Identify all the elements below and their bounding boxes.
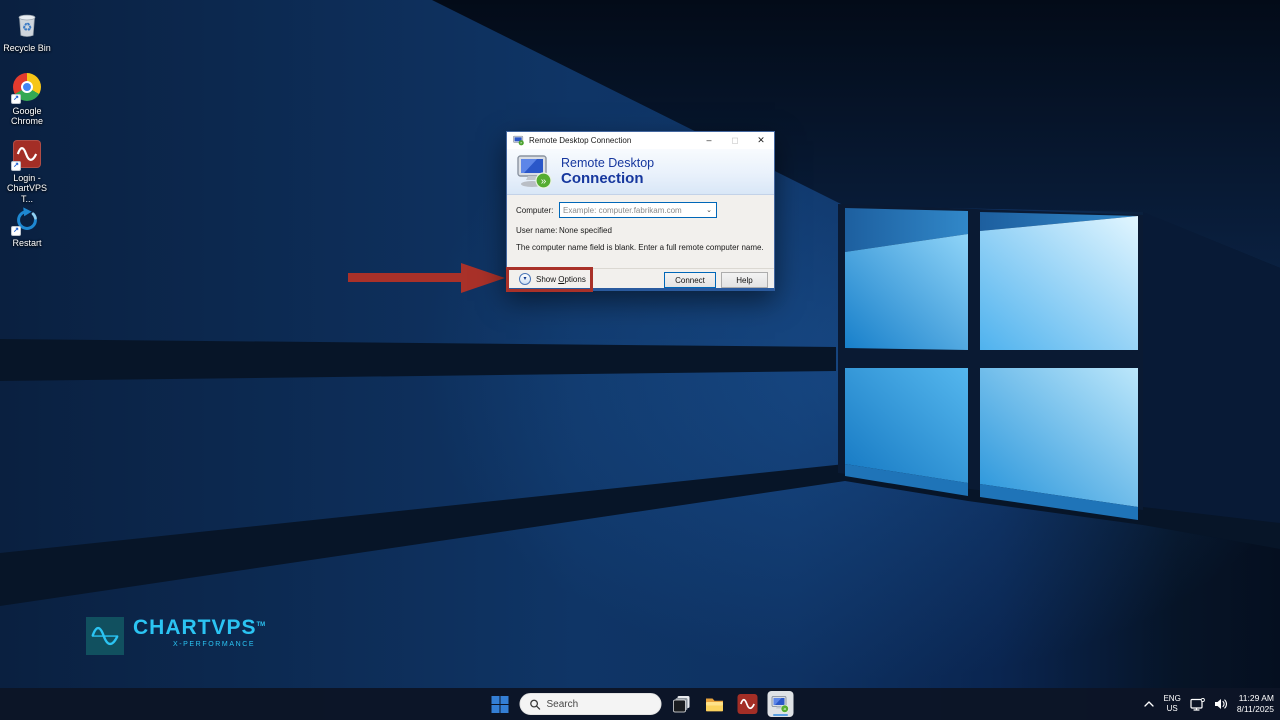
chartvps-logo-icon <box>86 617 124 655</box>
recycle-bin-icon: ♻ <box>12 10 42 40</box>
active-app-indicator <box>773 714 788 717</box>
watermark-brand: CHARTVPSTM <box>133 617 265 638</box>
watermark-tm: TM <box>257 622 266 628</box>
dialog-title: Remote Desktop Connection <box>529 136 631 145</box>
red-arrow-tail <box>348 273 462 282</box>
tray-date: 8/11/2025 <box>1237 704 1274 715</box>
volume-icon[interactable] <box>1214 698 1228 710</box>
shortcut-arrow-icon: ↗ <box>11 94 21 104</box>
network-icon[interactable] <box>1190 698 1205 711</box>
remote-desktop-app-icon: » <box>771 695 791 714</box>
username-value: None specified <box>559 226 612 235</box>
warning-text: The computer name field is blank. Enter … <box>516 243 768 253</box>
chartvps-login-icon: ↗ <box>12 140 42 170</box>
desktop-icon-login-chartvps[interactable]: ↗ Login - ChartVPS T... <box>0 139 54 204</box>
task-view-button[interactable] <box>669 691 695 717</box>
desktop-icon-restart[interactable]: ↗ Restart <box>0 205 54 248</box>
desktop-icon-google-chrome[interactable]: ↗ Google Chrome <box>0 72 54 127</box>
taskbar: Search <box>0 688 1280 720</box>
dialog-banner: » Remote Desktop Connection <box>507 149 774 195</box>
connect-button[interactable]: Connect <box>664 272 716 288</box>
svg-text:»: » <box>541 176 547 187</box>
red-arrow-icon <box>461 263 505 293</box>
maximize-button: ◻ <box>722 132 748 149</box>
chevron-down-icon[interactable]: ⌄ <box>706 206 716 214</box>
dialog-titlebar[interactable]: » Remote Desktop Connection – ◻ ✕ <box>507 132 774 149</box>
username-label: User name: <box>516 226 557 235</box>
close-button[interactable]: ✕ <box>748 132 774 149</box>
chartvps-app-button[interactable] <box>735 691 761 717</box>
svg-text:»: » <box>783 706 786 712</box>
task-view-icon <box>673 695 691 713</box>
computer-placeholder: Example: computer.fabrikam.com <box>563 206 682 215</box>
search-icon <box>530 699 541 710</box>
language-indicator[interactable]: ENG US <box>1163 694 1180 713</box>
desktop-icon-recycle-bin[interactable]: ♻ Recycle Bin <box>0 10 54 53</box>
desktop-icon-label: Login - ChartVPS T... <box>0 173 54 204</box>
red-highlight-box <box>506 267 593 292</box>
folder-icon <box>705 694 725 714</box>
remote-desktop-connection-dialog: » Remote Desktop Connection – ◻ ✕ » Remo… <box>506 131 775 291</box>
remote-desktop-app-button[interactable]: » <box>768 691 794 717</box>
banner-line2: Connection <box>561 170 644 187</box>
minimize-button[interactable]: – <box>696 132 722 149</box>
chartvps-watermark: CHARTVPSTM X-PERFORMANCE <box>86 617 265 655</box>
restart-icon: ↗ <box>12 205 42 235</box>
desktop-icon-label: Recycle Bin <box>0 43 54 53</box>
computer-label: Computer: <box>516 206 553 215</box>
desktop-icon-label: Google Chrome <box>0 106 54 127</box>
desktop-icon-label: Restart <box>0 238 54 248</box>
windows-logo-icon <box>491 696 508 713</box>
svg-text:»: » <box>520 141 522 145</box>
desktop: ♻ Recycle Bin ↗ Google Chrome ↗ Login - … <box>0 0 1280 720</box>
shortcut-arrow-icon: ↗ <box>11 226 21 236</box>
file-explorer-button[interactable] <box>702 691 728 717</box>
start-button[interactable] <box>487 691 513 717</box>
chrome-icon: ↗ <box>12 73 42 103</box>
shortcut-arrow-icon: ↗ <box>11 161 21 171</box>
clock[interactable]: 11:29 AM 8/11/2025 <box>1237 693 1274 714</box>
computer-combobox[interactable]: Example: computer.fabrikam.com ⌄ <box>559 202 717 218</box>
banner-line1: Remote Desktop <box>561 156 654 170</box>
svg-text:♻: ♻ <box>22 22 32 34</box>
tray-time: 11:29 AM <box>1237 693 1274 704</box>
tray-chevron-up-icon[interactable] <box>1144 701 1154 707</box>
rdc-window-icon: » <box>513 135 524 146</box>
remote-desktop-logo-icon: » <box>515 154 555 190</box>
search-placeholder: Search <box>547 699 579 710</box>
watermark-tagline: X-PERFORMANCE <box>133 641 265 648</box>
windows-hero-wallpaper <box>0 0 1280 720</box>
chartvps-app-icon <box>738 694 758 714</box>
search-input[interactable]: Search <box>520 693 662 715</box>
help-button[interactable]: Help <box>721 272 768 288</box>
